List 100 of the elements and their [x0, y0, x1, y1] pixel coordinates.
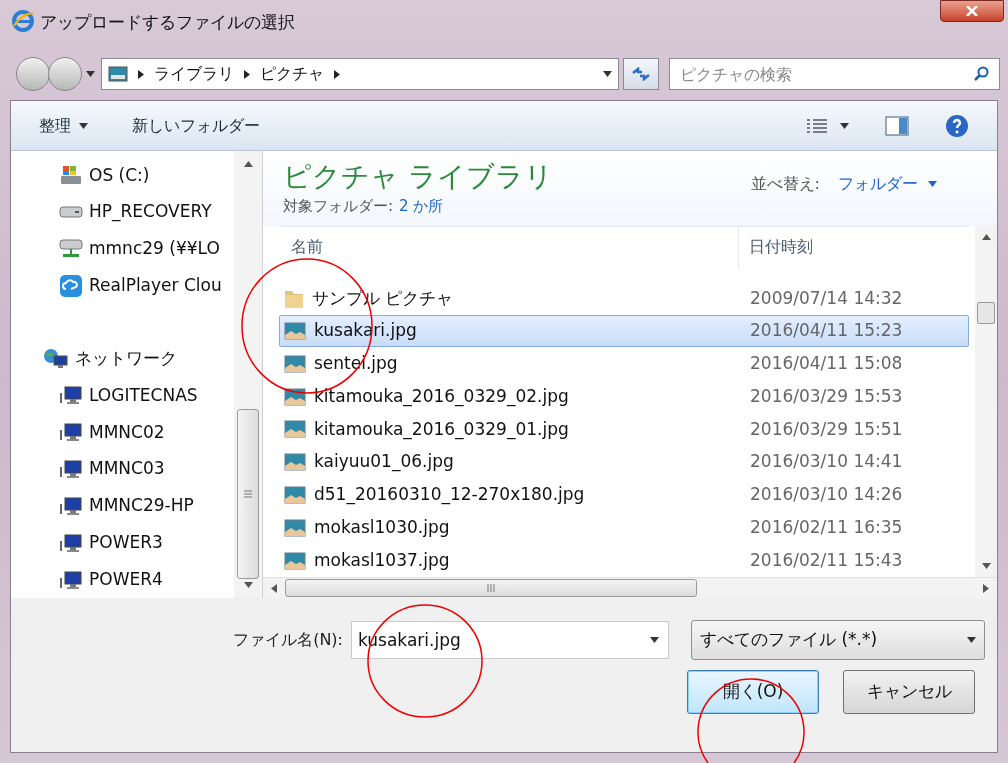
- sidebar-item[interactable]: MMNC02: [11, 413, 234, 451]
- sidebar-item[interactable]: ネットワーク: [11, 340, 234, 378]
- file-row[interactable]: kitamouka_2016_0329_01.jpg 2016/03/29 15:51: [279, 413, 969, 446]
- included-folders-label: 対象フォルダー:: [283, 196, 394, 217]
- dialog-button[interactable]: 開く(O): [687, 670, 819, 714]
- scrollbar-thumb[interactable]: [237, 409, 259, 579]
- sidebar-item[interactable]: OS (C:): [11, 157, 234, 194]
- column-header[interactable]: 名前: [279, 226, 739, 268]
- caret-icon: [928, 181, 937, 188]
- toolbar-button[interactable]: 新しいフォルダー: [132, 113, 260, 138]
- sidebar-item[interactable]: mmnc29 (¥¥LO: [11, 230, 234, 268]
- caret-icon: [650, 637, 659, 643]
- file-row[interactable]: d51_20160310_12-270x180.jpg 2016/03/10 14:26: [279, 478, 969, 512]
- file-name: mokasl1037.jpg: [314, 548, 450, 572]
- sidebar-item[interactable]: MMNC03: [11, 450, 234, 488]
- file-row[interactable]: kaiyuu01_06.jpg 2016/03/10 14:41: [279, 445, 969, 479]
- breadcrumb-item[interactable]: ピクチャ: [260, 62, 324, 86]
- computer-icon: [59, 385, 83, 406]
- drive-icon: [59, 206, 83, 219]
- search-field[interactable]: ピクチャの検索: [669, 58, 1000, 90]
- computer-icon: [59, 495, 83, 516]
- help-icon: [945, 113, 969, 138]
- scrollbar-thumb[interactable]: [977, 301, 995, 324]
- address-bar[interactable]: ライブラリ ピクチャ: [101, 58, 619, 90]
- chevron-right-icon: [334, 69, 340, 79]
- scroll-down-icon: [243, 582, 253, 588]
- browser-logo-icon: [12, 10, 34, 32]
- sidebar-item[interactable]: HP_RECOVERY: [11, 193, 234, 231]
- toolbar-button[interactable]: 整理: [39, 113, 88, 138]
- file-date: 2016/03/10 14:26: [749, 483, 903, 507]
- file-date: 2016/02/11 16:35: [749, 516, 903, 540]
- image-file-icon: [284, 354, 306, 373]
- dialog-button[interactable]: キャンセル: [843, 670, 975, 714]
- sort-dropdown[interactable]: フォルダー: [838, 172, 937, 197]
- file-date: 2016/04/11 15:23: [749, 319, 903, 343]
- scroll-up-icon: [243, 161, 253, 167]
- grip-icon: [244, 490, 252, 498]
- file-name: mokasl1030.jpg: [314, 516, 450, 540]
- view-options-button[interactable]: [806, 117, 849, 134]
- refresh-button[interactable]: [623, 58, 659, 90]
- window-title: アップロードするファイルの選択: [40, 11, 295, 34]
- vertical-scrollbar[interactable]: [234, 151, 262, 598]
- search-icon: [974, 66, 990, 82]
- computer-icon: [59, 422, 83, 443]
- column-header[interactable]: 日付時刻: [739, 226, 813, 268]
- file-row[interactable]: mokasl1030.jpg 2016/02/11 16:35: [279, 511, 969, 545]
- scroll-left-icon: [271, 583, 277, 593]
- forward-button[interactable]: [48, 57, 82, 91]
- computer-icon: [59, 532, 83, 553]
- file-row[interactable]: kitamouka_2016_0329_02.jpg 2016/03/29 15:53: [279, 380, 969, 414]
- image-file-icon: [284, 486, 306, 505]
- image-file-icon: [284, 453, 306, 472]
- vertical-scrollbar[interactable]: [975, 225, 997, 578]
- scroll-right-icon: [983, 583, 989, 593]
- cloud-icon: [59, 273, 83, 298]
- horizontal-scrollbar[interactable]: [263, 577, 997, 598]
- drive-icon: [59, 164, 83, 187]
- computer-icon: [59, 459, 83, 480]
- sidebar-item[interactable]: POWER4: [11, 561, 234, 598]
- file-name: kitamouka_2016_0329_01.jpg: [314, 417, 569, 442]
- close-button[interactable]: [940, 0, 1004, 22]
- caret-icon: [840, 122, 849, 129]
- chevron-right-icon: [244, 69, 250, 79]
- sort-label: 並べ替え:: [750, 173, 820, 196]
- grip-icon: [487, 584, 495, 592]
- image-file-icon: [284, 420, 306, 439]
- file-name-label: ファイル名(N):: [233, 629, 343, 651]
- back-button[interactable]: [16, 57, 50, 91]
- image-file-icon: [284, 387, 306, 406]
- chevron-right-icon: [138, 69, 144, 79]
- scroll-down-icon: [981, 563, 991, 570]
- file-row[interactable]: mokasl1037.jpg 2016/02/11 15:43: [279, 544, 969, 578]
- image-file-icon: [284, 322, 306, 341]
- library-title: ピクチャ ライブラリ: [283, 159, 553, 195]
- file-date: 2009/07/14 14:32: [749, 286, 903, 310]
- file-date: 2016/02/11 15:43: [749, 548, 903, 572]
- sidebar-item[interactable]: MMNC29-HP: [11, 487, 234, 525]
- sidebar-item[interactable]: POWER3: [11, 524, 234, 562]
- history-caret-icon: [86, 71, 95, 77]
- picture-icon: [108, 66, 128, 82]
- image-file-icon: [284, 551, 306, 570]
- file-name: kaiyuu01_06.jpg: [314, 450, 454, 474]
- file-name: d51_20160310_12-270x180.jpg: [314, 483, 585, 507]
- file-type-dropdown[interactable]: すべてのファイル (*.*): [691, 620, 985, 660]
- network-icon: [43, 347, 69, 370]
- computer-icon: [59, 569, 83, 590]
- caret-icon: [967, 637, 976, 643]
- refresh-icon: [631, 67, 651, 81]
- scroll-up-icon: [981, 233, 991, 240]
- breadcrumb-item[interactable]: ライブラリ: [154, 62, 234, 86]
- image-file-icon: [284, 518, 306, 537]
- file-name: kitamouka_2016_0329_02.jpg: [314, 384, 569, 409]
- scrollbar-thumb[interactable]: [285, 579, 697, 597]
- locations-link[interactable]: 2 か所: [399, 195, 444, 218]
- file-date: 2016/03/29 15:53: [749, 384, 903, 408]
- preview-pane-button[interactable]: [885, 115, 909, 136]
- help-button[interactable]: [945, 113, 969, 138]
- sidebar-item[interactable]: LOGITECNAS: [11, 377, 234, 414]
- sidebar-item[interactable]: RealPlayer Clou: [11, 267, 234, 305]
- file-date: 2016/03/29 15:51: [749, 417, 903, 441]
